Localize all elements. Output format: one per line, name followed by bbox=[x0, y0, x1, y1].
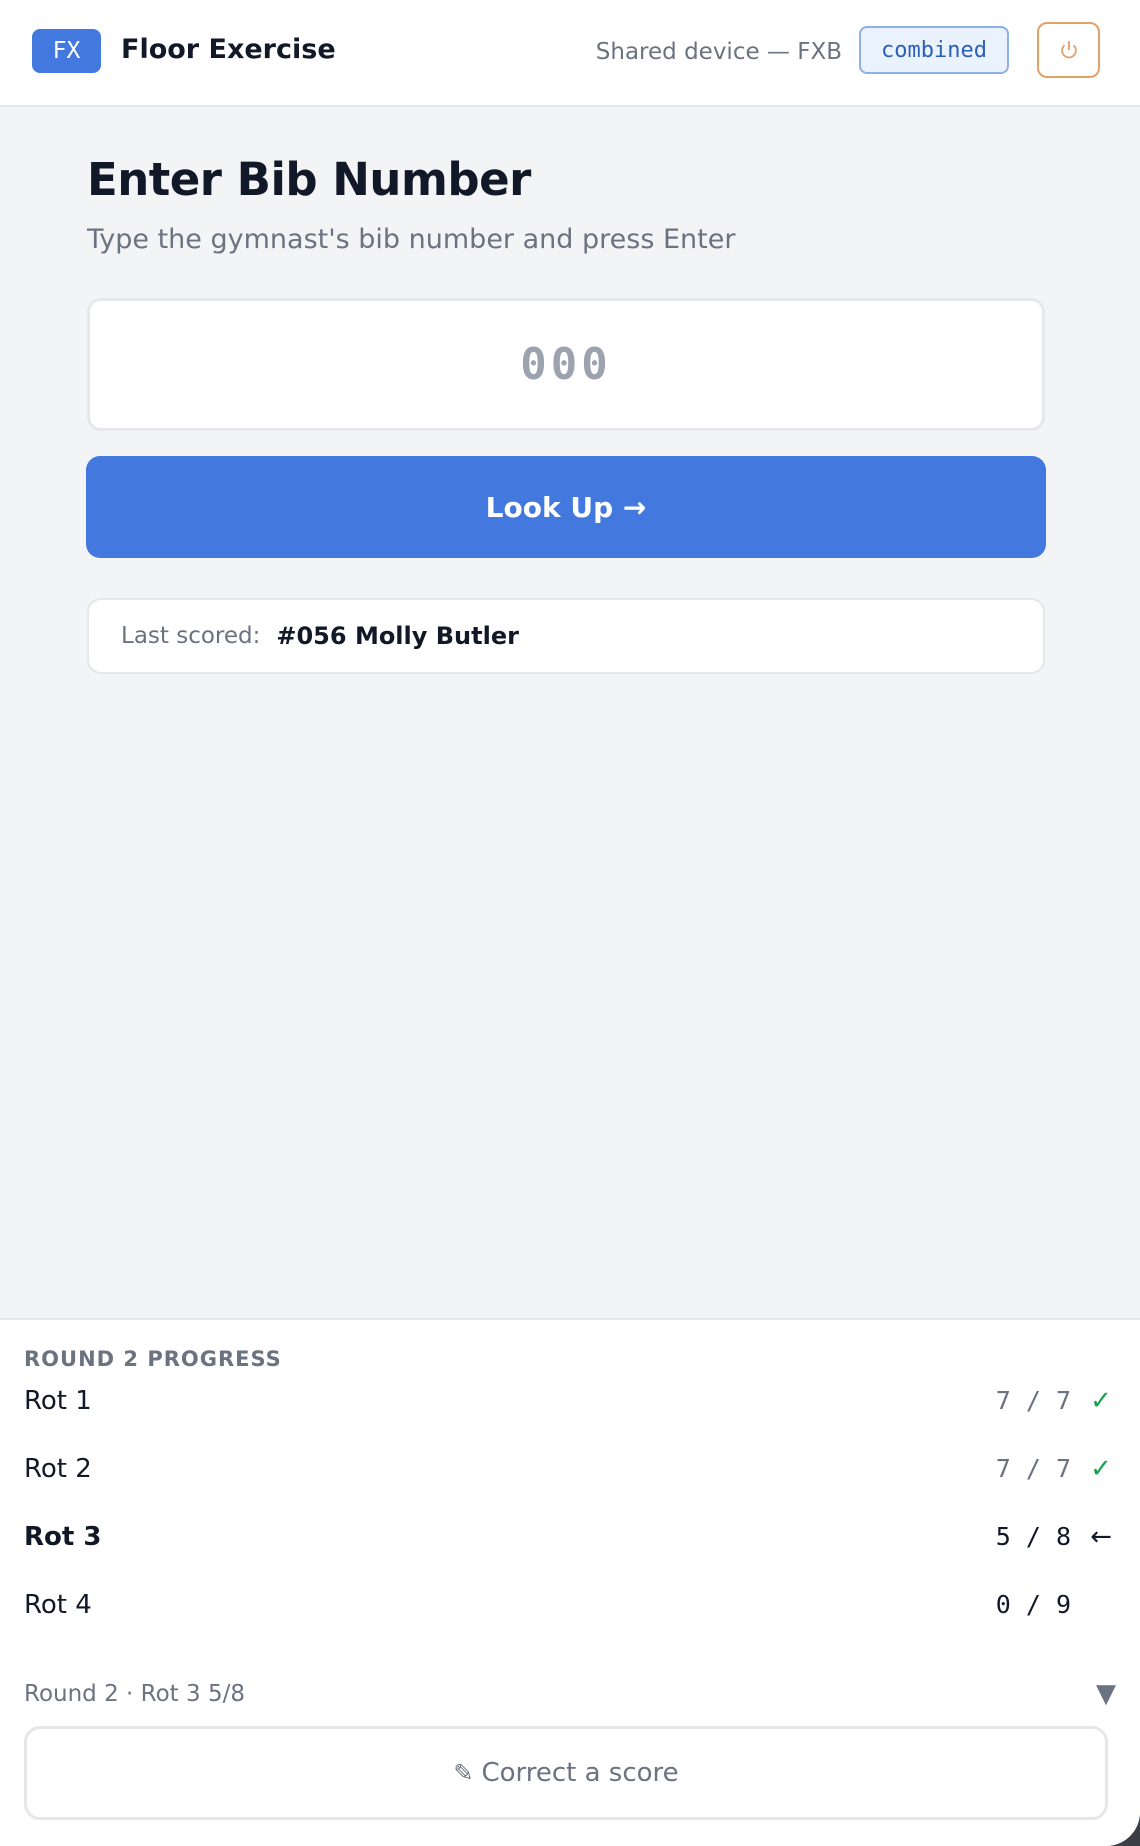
mode-badge: combined bbox=[859, 26, 1009, 74]
check-icon: ✓ bbox=[1090, 1454, 1112, 1484]
progress-summary: Round 2 · Rot 3 5/8 bbox=[24, 1681, 245, 1707]
rotation-count: 5 / 8 bbox=[995, 1522, 1071, 1551]
last-scored-card: Last scored: #056 Molly Butler bbox=[87, 598, 1045, 674]
progress-heading: ROUND 2 PROGRESS bbox=[24, 1347, 282, 1371]
correct-score-label: Correct a score bbox=[481, 1758, 679, 1788]
last-scored-value: #056 Molly Butler bbox=[276, 622, 519, 650]
apparatus-badge: FX bbox=[32, 29, 101, 73]
apparatus-title: Floor Exercise bbox=[121, 34, 336, 65]
logout-button[interactable] bbox=[1037, 22, 1100, 78]
rotation-count: 7 / 7 bbox=[995, 1386, 1071, 1415]
rotation-row-3: Rot 3 5 / 8 ← bbox=[24, 1512, 1116, 1562]
bib-number-input[interactable] bbox=[87, 298, 1045, 431]
rotation-label: Rot 3 bbox=[24, 1522, 102, 1552]
top-bar: FX Floor Exercise Shared device — FXB co… bbox=[0, 0, 1140, 107]
rotation-count: 0 / 9 bbox=[995, 1590, 1071, 1619]
device-label: Shared device — FXB bbox=[595, 39, 842, 65]
look-up-button[interactable]: Look Up → bbox=[86, 456, 1046, 558]
pencil-icon: ✎ bbox=[453, 1759, 474, 1787]
power-icon bbox=[1060, 40, 1077, 59]
app-window: FX Floor Exercise Shared device — FXB co… bbox=[0, 0, 1140, 1846]
rotation-label: Rot 2 bbox=[24, 1454, 92, 1484]
round-progress-panel: ROUND 2 PROGRESS Rot 1 7 / 7 ✓ Rot 2 7 /… bbox=[0, 1318, 1140, 1846]
current-arrow-icon: ← bbox=[1090, 1522, 1112, 1552]
rotation-label: Rot 4 bbox=[24, 1590, 92, 1620]
page-title: Enter Bib Number bbox=[87, 153, 531, 206]
correct-score-button[interactable]: ✎ Correct a score bbox=[24, 1726, 1108, 1820]
rotation-count: 7 / 7 bbox=[995, 1454, 1071, 1483]
rotation-row-4: Rot 4 0 / 9 bbox=[24, 1580, 1116, 1630]
page-subtitle: Type the gymnast's bib number and press … bbox=[87, 224, 736, 255]
collapse-triangle-icon[interactable]: ▼ bbox=[1096, 1678, 1116, 1710]
rotation-row-1: Rot 1 7 / 7 ✓ bbox=[24, 1376, 1116, 1426]
progress-summary-row: Round 2 · Rot 3 5/8 ▼ bbox=[24, 1674, 1116, 1714]
last-scored-label: Last scored: bbox=[121, 623, 261, 649]
check-icon: ✓ bbox=[1090, 1386, 1112, 1416]
rotation-label: Rot 1 bbox=[24, 1386, 92, 1416]
rotation-row-2: Rot 2 7 / 7 ✓ bbox=[24, 1444, 1116, 1494]
